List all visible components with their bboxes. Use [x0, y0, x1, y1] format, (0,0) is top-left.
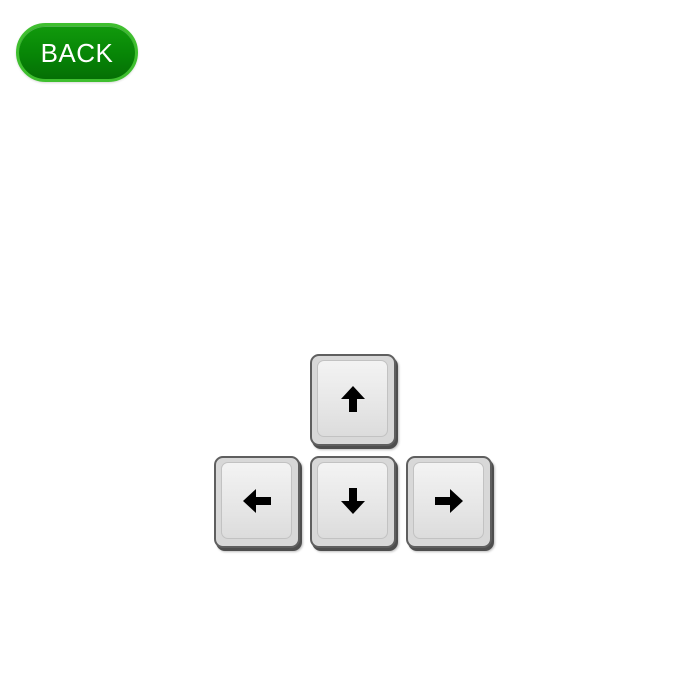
- arrow-key-up[interactable]: [310, 354, 396, 446]
- back-button[interactable]: BACK: [16, 23, 138, 82]
- arrow-down-icon: [339, 486, 367, 516]
- key-face: [317, 462, 388, 539]
- arrow-key-right[interactable]: [406, 456, 492, 548]
- arrow-key-down[interactable]: [310, 456, 396, 548]
- key-face: [317, 360, 388, 437]
- back-button-label: BACK: [40, 37, 114, 68]
- arrow-up-icon: [339, 384, 367, 414]
- key-face: [413, 462, 484, 539]
- arrow-key-left[interactable]: [214, 456, 300, 548]
- arrow-left-icon: [241, 487, 273, 515]
- key-face: [221, 462, 292, 539]
- screen: BACK: [0, 0, 700, 700]
- arrow-right-icon: [433, 487, 465, 515]
